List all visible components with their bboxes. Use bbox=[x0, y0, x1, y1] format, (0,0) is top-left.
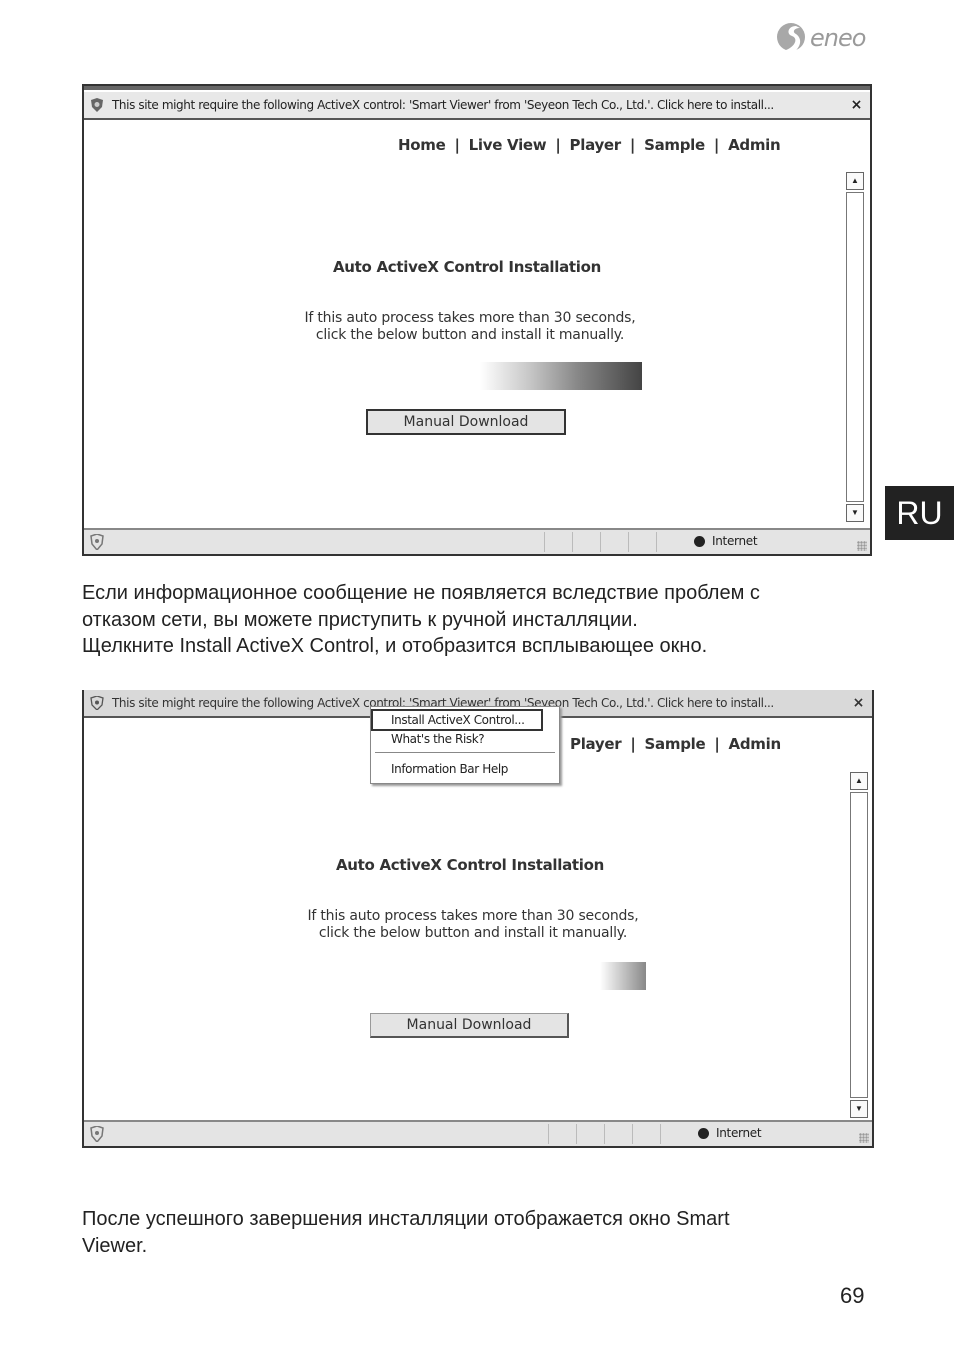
nav-admin[interactable]: Admin bbox=[729, 735, 782, 753]
instruction-paragraph-2: После успешного завершения инсталляции о… bbox=[82, 1206, 882, 1259]
description-line-2: click the below button and install it ma… bbox=[315, 327, 625, 343]
eneo-logo: eneo bbox=[776, 20, 876, 60]
top-nav: Player | Sample | Admin bbox=[570, 735, 781, 753]
nav-live-view[interactable]: Live View bbox=[469, 136, 547, 154]
activex-info-bar[interactable]: This site might require the following Ac… bbox=[84, 92, 870, 120]
browser-screenshot-1: This site might require the following Ac… bbox=[82, 84, 872, 556]
nav-separator: | bbox=[629, 136, 636, 154]
scrollbar-track[interactable] bbox=[846, 192, 864, 502]
shield-icon bbox=[91, 98, 103, 112]
status-bar: Internet bbox=[84, 528, 870, 554]
install-description: If this auto process takes more than 30 … bbox=[84, 310, 870, 344]
nav-sample[interactable]: Sample bbox=[644, 136, 705, 154]
paragraph-2-line-2: Viewer. bbox=[82, 1234, 148, 1257]
install-description: If this auto process takes more than 30 … bbox=[84, 908, 872, 942]
install-title: Auto ActiveX Control Installation bbox=[332, 258, 602, 276]
language-tab: RU bbox=[885, 486, 954, 540]
scrollbar-track[interactable] bbox=[850, 792, 868, 1098]
browser-screenshot-2: This site might require the following Ac… bbox=[82, 690, 874, 1148]
scroll-up-arrow-icon[interactable]: ▲ bbox=[850, 772, 868, 790]
shield-icon bbox=[90, 696, 104, 710]
paragraph-1-line-1: Если информационное сообщение не появляе… bbox=[82, 582, 760, 604]
menu-item-info-bar-help[interactable]: Information Bar Help bbox=[371, 759, 559, 779]
nav-home[interactable]: Home bbox=[398, 136, 446, 154]
progress-indicator bbox=[600, 962, 646, 990]
info-bar-context-menu: Install ActiveX Control... What's the Ri… bbox=[370, 706, 560, 784]
security-shield-icon bbox=[90, 1126, 104, 1142]
close-icon[interactable]: × bbox=[851, 97, 863, 113]
instruction-paragraph-1: Если информационное сообщение не появляе… bbox=[82, 580, 882, 660]
nav-sample[interactable]: Sample bbox=[645, 735, 706, 753]
status-cells bbox=[544, 532, 684, 552]
manual-download-button[interactable]: Manual Download bbox=[366, 409, 566, 435]
scroll-down-arrow-icon[interactable]: ▼ bbox=[850, 1100, 868, 1118]
nav-player[interactable]: Player bbox=[570, 136, 622, 154]
menu-item-whats-the-risk[interactable]: What's the Risk? bbox=[371, 729, 559, 749]
top-nav: Home | Live View | Player | Sample | Admin bbox=[398, 136, 781, 154]
globe-icon bbox=[698, 1128, 709, 1139]
globe-icon bbox=[694, 536, 705, 547]
resize-grip-icon[interactable] bbox=[859, 1133, 869, 1143]
vertical-scrollbar[interactable]: ▲ ▼ bbox=[850, 772, 868, 1118]
status-bar: Internet bbox=[84, 1120, 872, 1146]
progress-indicator bbox=[480, 362, 642, 390]
eneo-swirl-logo-icon bbox=[777, 23, 805, 56]
paragraph-2-line-1: После успешного завершения инсталляции о… bbox=[82, 1208, 730, 1230]
scroll-down-arrow-icon[interactable]: ▼ bbox=[846, 504, 864, 522]
close-icon[interactable]: × bbox=[853, 695, 865, 711]
install-title: Auto ActiveX Control Installation bbox=[335, 856, 605, 874]
menu-item-install-activex[interactable]: Install ActiveX Control... bbox=[371, 709, 543, 731]
nav-admin[interactable]: Admin bbox=[728, 136, 781, 154]
vertical-scrollbar[interactable]: ▲ ▼ bbox=[846, 172, 864, 526]
address-bar-strip bbox=[84, 86, 870, 90]
menu-separator bbox=[375, 752, 555, 753]
nav-separator: | bbox=[555, 136, 561, 154]
info-bar-message[interactable]: This site might require the following Ac… bbox=[112, 98, 774, 112]
scroll-up-arrow-icon[interactable]: ▲ bbox=[846, 172, 864, 190]
description-line-2: click the below button and install it ma… bbox=[318, 925, 628, 941]
page-number: 69 bbox=[840, 1283, 865, 1308]
nav-separator: | bbox=[714, 735, 720, 753]
resize-grip-icon[interactable] bbox=[857, 541, 867, 551]
status-cells bbox=[548, 1124, 688, 1144]
paragraph-1-line-2: отказом сети, вы можете приступить к руч… bbox=[82, 608, 638, 631]
security-zone-label: Internet bbox=[712, 534, 758, 548]
manual-download-button[interactable]: Manual Download bbox=[370, 1013, 569, 1038]
security-zone-label: Internet bbox=[716, 1126, 762, 1140]
nav-separator: | bbox=[630, 735, 636, 753]
paragraph-1-line-3: Щелкните Install ActiveX Control, и отоб… bbox=[82, 635, 708, 657]
brand-name: eneo bbox=[810, 24, 866, 52]
nav-separator: | bbox=[454, 136, 460, 154]
description-line-1: If this auto process takes more than 30 … bbox=[307, 908, 639, 924]
nav-player[interactable]: Player bbox=[570, 735, 622, 753]
description-line-1: If this auto process takes more than 30 … bbox=[304, 310, 636, 326]
security-shield-icon bbox=[90, 534, 104, 550]
nav-separator: | bbox=[713, 136, 720, 154]
